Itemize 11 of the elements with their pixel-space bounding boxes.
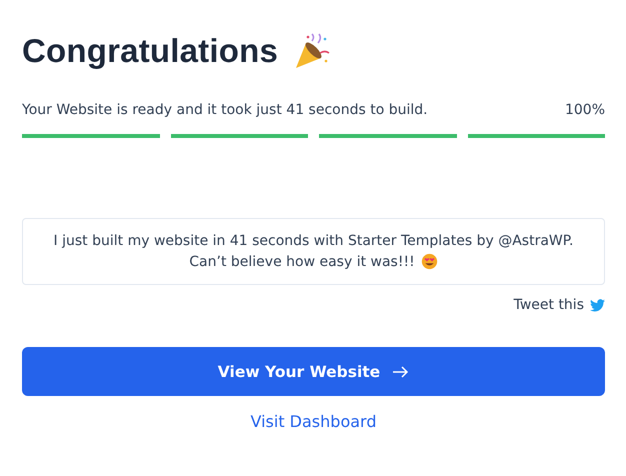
view-website-button[interactable]: View Your Website bbox=[22, 347, 605, 396]
bird-icon bbox=[590, 298, 605, 312]
status-message: Your Website is ready and it took just 41 seconds to build. bbox=[22, 102, 428, 118]
tweet-this-link[interactable]: Tweet this bbox=[514, 297, 605, 313]
heart-eyes-emoji-icon bbox=[420, 253, 438, 270]
page-title: Congratulations bbox=[22, 32, 278, 70]
tweet-text: Can’t believe how easy it was!!! bbox=[189, 254, 415, 270]
tweet-text: I just built my website in 41 seconds with Starter Templates by @AstraWP. bbox=[54, 233, 574, 249]
visit-dashboard-link[interactable]: Visit Dashboard bbox=[250, 412, 376, 431]
arrow-right-icon bbox=[392, 366, 410, 378]
progress-percent: 100% bbox=[564, 102, 605, 118]
